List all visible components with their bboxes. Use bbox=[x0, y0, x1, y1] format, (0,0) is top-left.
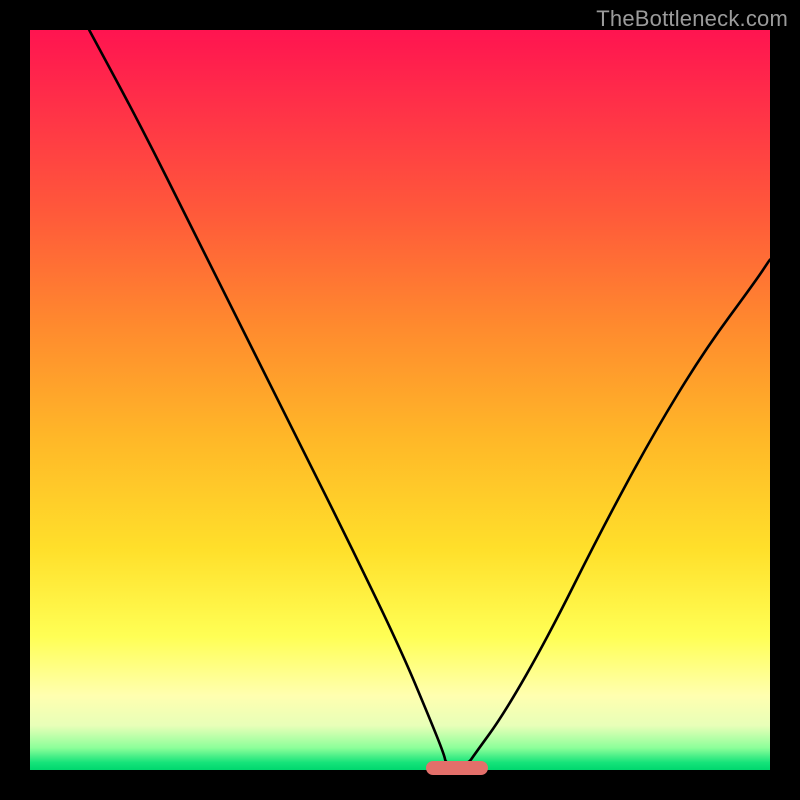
plot-area bbox=[30, 30, 770, 770]
curve-path bbox=[89, 30, 770, 764]
watermark-text: TheBottleneck.com bbox=[596, 6, 788, 32]
minimum-marker bbox=[426, 761, 489, 775]
bottleneck-curve bbox=[30, 30, 770, 770]
chart-frame: TheBottleneck.com bbox=[0, 0, 800, 800]
